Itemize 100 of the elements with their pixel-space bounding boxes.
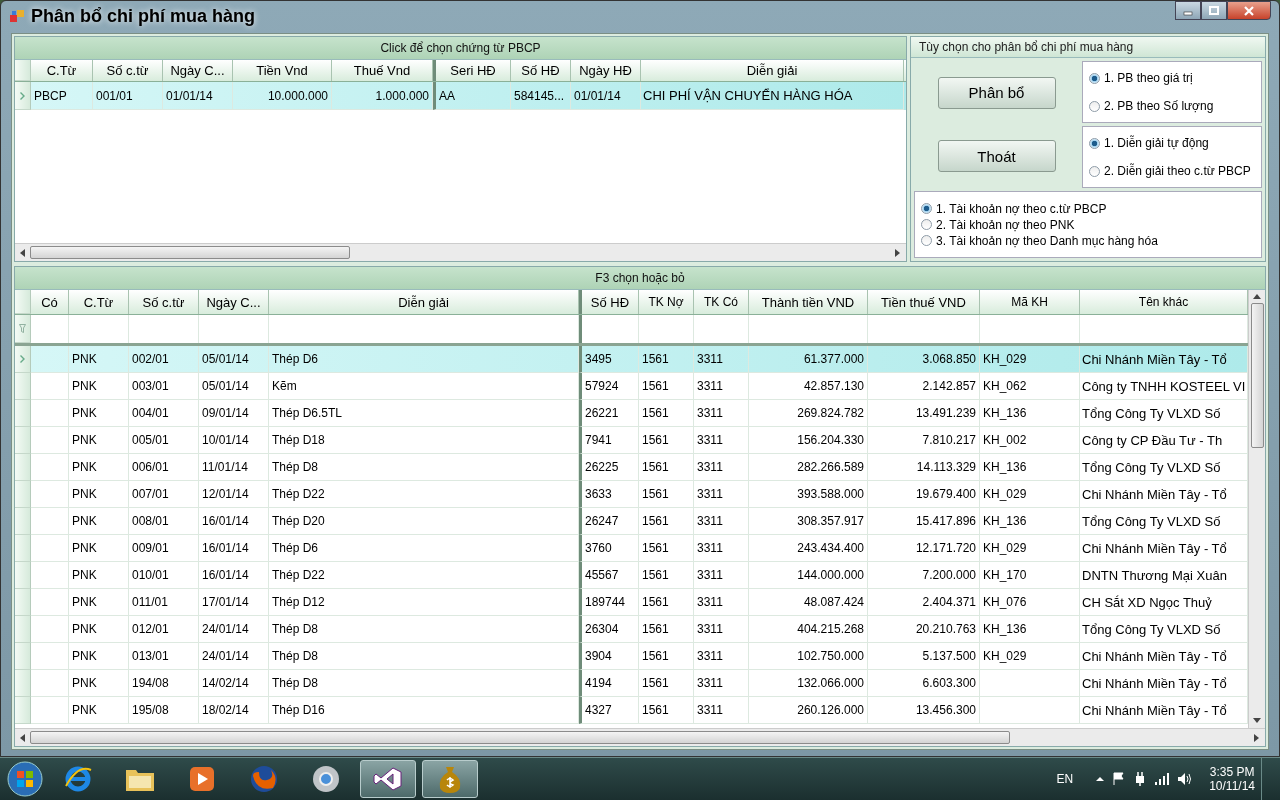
radio-option[interactable]: 2. Diễn giải theo c.từ PBCP <box>1089 164 1255 178</box>
table-row[interactable]: PNK 003/01 05/01/14 Kẽm 57924 1561 3311 42.857.130 2.142.857 KH_062 Công ty TNHH KOSTEEL VI <box>15 373 1248 400</box>
table-cell: Thép D6 <box>272 352 319 366</box>
column-header[interactable]: Tiền Vnd <box>233 60 332 81</box>
table-row[interactable]: PNK 008/01 16/01/14 Thép D20 26247 1561 3311 308.357.917 15.417.896 KH_136 Tổng Công Ty VLXD Số <box>15 508 1248 535</box>
table-cell: Thép D12 <box>272 595 325 609</box>
table-cell: 3311 <box>697 352 723 366</box>
column-header[interactable]: Thuế Vnd <box>332 60 433 81</box>
table-row[interactable]: PNK 194/08 14/02/14 Thép D8 4194 1561 3311 132.066.000 6.603.300 Chi Nhánh Miền Tây - Tổ <box>15 670 1248 697</box>
maximize-button[interactable] <box>1201 1 1227 20</box>
table-cell: PNK <box>72 460 97 474</box>
table-cell: Thép D6 <box>272 541 319 555</box>
radio-option[interactable]: 1. Diễn giải tự động <box>1089 136 1255 150</box>
table-row[interactable]: PNK 011/01 17/01/14 Thép D12 189744 1561 3311 48.087.424 2.404.371 KH_076 CH Sắt XD Ngọc Thuỷ <box>15 589 1248 616</box>
table-row[interactable]: PNK 010/01 16/01/14 Thép D22 45567 1561 3311 144.000.000 7.200.000 KH_170 DNTN Thương Mại Xuân <box>15 562 1248 589</box>
column-header[interactable]: Mã KH <box>980 290 1080 314</box>
radio-option[interactable]: 2. Tài khoản nợ theo PNK <box>921 217 1255 232</box>
column-header[interactable]: Diễn giải <box>641 60 904 81</box>
power-plug-icon[interactable] <box>1134 772 1147 786</box>
table-cell: 3311 <box>697 703 723 717</box>
column-header[interactable]: Số c.từ <box>93 60 163 81</box>
table-cell: 3633 <box>585 487 612 501</box>
table-cell: PNK <box>72 649 97 663</box>
column-header[interactable]: Ngày C... <box>163 60 233 81</box>
radio-option[interactable]: 3. Tài khoản nợ theo Danh mục hàng hóa <box>921 233 1255 248</box>
table-cell: 57924 <box>585 379 619 393</box>
horizontal-scrollbar[interactable] <box>15 728 1265 746</box>
start-button[interactable] <box>6 760 44 798</box>
column-header[interactable]: Có <box>31 290 69 314</box>
column-header[interactable]: Tiền thuế VND <box>868 290 980 314</box>
column-header[interactable]: Thành tiền VND <box>749 290 868 314</box>
table-cell: Tổng Công Ty VLXD Số <box>1082 513 1221 529</box>
table-cell: PNK <box>72 622 97 636</box>
table-cell: 11/01/14 <box>202 460 248 474</box>
table-cell: 17/01/14 <box>202 595 249 609</box>
table-cell: Chi Nhánh Miền Tây - Tổ <box>1082 351 1227 367</box>
row-header <box>15 643 31 670</box>
table-cell: PNK <box>72 568 97 582</box>
table-row[interactable]: PNK 005/01 10/01/14 Thép D18 7941 1561 3311 156.204.330 7.810.217 KH_002 Công ty CP Đầu Tư - Th <box>15 427 1248 454</box>
table-cell: 3311 <box>697 676 723 690</box>
table-cell: Công ty TNHH KOSTEEL VI <box>1082 378 1246 394</box>
column-header[interactable]: Ngày HĐ <box>571 60 641 81</box>
table-cell: 3311 <box>697 487 723 501</box>
column-header[interactable]: Số c.từ <box>129 290 199 314</box>
table-cell: 1561 <box>642 460 669 474</box>
table-cell: PNK <box>72 514 97 528</box>
table-cell: 1561 <box>642 595 669 609</box>
table-row[interactable]: PNK 195/08 18/02/14 Thép D16 4327 1561 3311 260.126.000 13.456.300 Chi Nhánh Miền Tây - Tổ <box>15 697 1248 724</box>
table-cell: 1561 <box>642 352 669 366</box>
column-header[interactable]: C.Từ <box>31 60 93 81</box>
column-header[interactable]: C.Từ <box>69 290 129 314</box>
action-button[interactable]: Phân bổ <box>937 76 1056 109</box>
table-cell: KH_029 <box>983 649 1027 663</box>
maximize-icon <box>1209 5 1219 16</box>
column-header[interactable]: Số HĐ <box>511 60 571 81</box>
column-header[interactable]: Diễn giải <box>269 290 579 314</box>
table-cell: 3311 <box>697 622 723 636</box>
action-button[interactable]: Thoát <box>937 140 1056 173</box>
column-header[interactable]: Số HĐ <box>579 290 639 314</box>
table-cell: 005/01 <box>132 433 169 447</box>
table-row[interactable]: PNK 007/01 12/01/14 Thép D22 3633 1561 3311 393.588.000 19.679.400 KH_029 Chi Nhánh Miền Tây - Tổ <box>15 481 1248 508</box>
table-row[interactable]: PNK 009/01 16/01/14 Thép D6 3760 1561 3311 243.434.400 12.171.720 KH_029 Chi Nhánh Miền Tây - Tổ <box>15 535 1248 562</box>
filter-icon <box>19 324 26 333</box>
radio-option[interactable]: 1. PB theo giá trị <box>1089 71 1255 85</box>
horizontal-scrollbar[interactable] <box>15 243 906 261</box>
table-row[interactable]: PNK 013/01 24/01/14 Thép D8 3904 1561 3311 102.750.000 5.137.500 KH_029 Chi Nhánh Miền Tây - Tổ <box>15 643 1248 670</box>
table-cell: 1561 <box>642 433 669 447</box>
table-row[interactable]: PNK 012/01 24/01/14 Thép D8 26304 1561 3311 404.215.268 20.210.763 KH_136 Tổng Công Ty VLXD Số <box>15 616 1248 643</box>
table-cell: PNK <box>72 595 97 609</box>
speaker-icon[interactable] <box>1178 773 1193 785</box>
table-cell: KH_136 <box>983 622 1027 636</box>
column-header[interactable]: TK Có <box>694 290 749 314</box>
table-row[interactable]: PNK 002/01 05/01/14 Thép D6 3495 1561 3311 61.377.000 3.068.850 KH_029 Chi Nhánh Miền Tây - Tổ <box>15 346 1248 373</box>
column-header[interactable]: TK Nợ <box>639 290 694 314</box>
table-row[interactable]: PNK 004/01 09/01/14 Thép D6.5TL 26221 1561 3311 269.824.782 13.491.239 KH_136 Tổng Công Ty VLXD Số <box>15 400 1248 427</box>
table-cell: 189744 <box>585 595 626 609</box>
radio-option[interactable]: 2. PB theo Số lượng <box>1089 99 1255 113</box>
minimize-button[interactable] <box>1175 1 1201 20</box>
table-cell: 10.000.000 <box>267 88 328 103</box>
taskbar-app[interactable] <box>360 760 416 798</box>
table-cell: 3311 <box>697 649 723 663</box>
table-cell: 3904 <box>585 649 612 663</box>
scroll-left-icon <box>20 248 26 257</box>
language-indicator[interactable]: EN <box>1056 772 1074 786</box>
table-cell: 3311 <box>697 379 723 393</box>
table-cell: 1561 <box>642 649 669 663</box>
globe-icon <box>312 765 340 793</box>
table-row[interactable]: PBCP 001/01 01/01/14 10.000.000 1.000.000 AA 584145... 01/01/14 CHI PHÍ VẬN CHUYỂN HÀNG HÓA <box>15 82 906 110</box>
table-cell: 1561 <box>642 676 669 690</box>
chevron-up-icon[interactable] <box>1096 776 1105 782</box>
vertical-scrollbar[interactable] <box>1248 290 1265 728</box>
table-cell: 006/01 <box>132 460 169 474</box>
table-row[interactable]: PNK 006/01 11/01/14 Thép D8 26225 1561 3311 282.266.589 14.113.329 KH_136 Tổng Công Ty VLXD Số <box>15 454 1248 481</box>
column-header[interactable]: Ngày C... <box>199 290 269 314</box>
signal-bars-icon[interactable] <box>1155 773 1170 785</box>
close-button[interactable] <box>1227 1 1271 20</box>
table-cell: 282.266.589 <box>797 460 864 474</box>
table-cell: Tổng Công Ty VLXD Số <box>1082 405 1221 421</box>
flag-icon[interactable] <box>1113 772 1126 786</box>
radio-option[interactable]: 1. Tài khoản nợ theo c.từ PBCP <box>921 201 1255 216</box>
